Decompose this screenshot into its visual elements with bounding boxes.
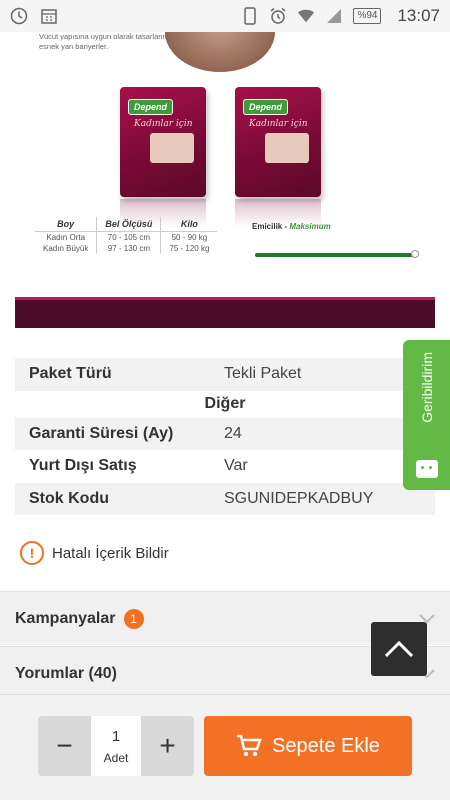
pack-panel — [265, 133, 309, 163]
spec-cell: 97 - 130 cm — [96, 243, 161, 254]
product-pack-2: Depend Kadınlar için — [235, 87, 321, 227]
status-time: 13:07 — [397, 6, 440, 25]
detail-key: Paket Türü — [29, 365, 112, 383]
calendar-icon — [40, 7, 58, 25]
report-content-link[interactable]: ! Hatalı İçerik Bildir — [20, 541, 169, 565]
pack-subtitle: Kadınlar için — [134, 119, 193, 129]
battery-indicator: %94 — [353, 8, 382, 24]
wifi-icon — [297, 7, 315, 25]
table-row: Garanti Süresi (Ay) 24 — [15, 417, 435, 450]
spec-cell: 70 - 105 cm — [96, 231, 161, 243]
detail-value: 24 — [224, 424, 242, 442]
spec-cell: 50 - 90 kg — [160, 231, 218, 243]
feedback-tab[interactable]: Geribildirim — [403, 340, 450, 490]
size-spec-table: Boy Bel Ölçüsü Kilo Kadın Orta 70 - 105 … — [35, 217, 430, 254]
pack-subtitle: Kadınlar için — [249, 119, 308, 129]
absorbency-bar — [255, 253, 413, 257]
detail-value: Var — [224, 457, 248, 475]
detail-value: SGUNIDEPKADBUY — [224, 489, 374, 507]
bottom-action-bar: − 1 Adet + Sepete Ekle — [0, 694, 450, 800]
table-row: Stok Kodu SGUNIDEPKADBUY — [15, 482, 435, 515]
pack-panel — [150, 133, 194, 163]
campaigns-label: Kampanyalar — [15, 609, 116, 627]
product-pack-1: Depend Kadınlar için — [120, 87, 206, 227]
section-heading-other: Diğer — [15, 390, 435, 418]
product-photo-crop — [165, 32, 275, 72]
scroll-to-top-button[interactable] — [371, 622, 427, 676]
image-description: Vücut yapısına uygun olarak tasarlanmış … — [39, 32, 175, 51]
pack-logo: Depend — [243, 99, 289, 115]
product-image: Vücut yapısına uygun olarak tasarlanmış … — [15, 32, 435, 328]
absorbency-value: Maksimum — [289, 222, 331, 231]
quantity-stepper: − 1 Adet + — [38, 716, 194, 776]
product-details-table: Paket Türü Tekli Paket Diğer Garanti Sür… — [15, 358, 435, 515]
spec-cell: Kadın Büyük — [43, 244, 89, 253]
warning-icon: ! — [20, 541, 44, 565]
decrease-quantity-button[interactable]: − — [38, 716, 91, 776]
spec-cell: 75 - 120 kg — [160, 243, 218, 254]
spec-header-kilo: Kilo — [160, 217, 218, 232]
feedback-label: Geribildirim — [418, 352, 435, 423]
campaigns-count-badge: 1 — [123, 608, 144, 629]
spec-header-bel: Bel Ölçüsü — [96, 217, 161, 232]
quantity-unit: Adet — [103, 750, 129, 765]
chat-icon — [415, 460, 438, 478]
add-to-cart-label: Sepete Ekle — [272, 734, 380, 757]
signal-icon — [325, 7, 343, 25]
spec-cell: Kadın Orta — [46, 233, 86, 242]
chevron-up-icon — [384, 640, 414, 658]
detail-key: Yurt Dışı Satış — [29, 457, 137, 475]
detail-key: Garanti Süresi (Ay) — [29, 424, 174, 442]
alarm-icon — [269, 7, 287, 25]
report-content-label: Hatalı İçerik Bildir — [52, 544, 169, 562]
image-footer-band — [15, 300, 435, 328]
increase-quantity-button[interactable]: + — [141, 716, 194, 776]
phone-icon — [241, 7, 259, 25]
absorbency-label: Emicilik - Maksimum — [252, 222, 331, 231]
quantity-value: 1 — [111, 727, 121, 745]
quantity-value-box[interactable]: 1 Adet — [91, 716, 141, 776]
pack-logo: Depend — [128, 99, 174, 115]
absorbency-bar-end — [411, 250, 419, 258]
detail-key: Stok Kodu — [29, 489, 109, 507]
spec-header-boy: Boy — [35, 217, 97, 232]
clock-icon — [10, 7, 28, 25]
detail-value: Tekli Paket — [224, 365, 302, 383]
table-row: Yurt Dışı Satış Var — [15, 450, 435, 483]
cart-icon — [237, 734, 262, 757]
table-row: Paket Türü Tekli Paket — [15, 358, 435, 391]
reviews-label: Yorumlar (40) — [15, 664, 117, 682]
status-bar: %94 13:07 — [0, 0, 450, 32]
add-to-cart-button[interactable]: Sepete Ekle — [204, 716, 412, 776]
